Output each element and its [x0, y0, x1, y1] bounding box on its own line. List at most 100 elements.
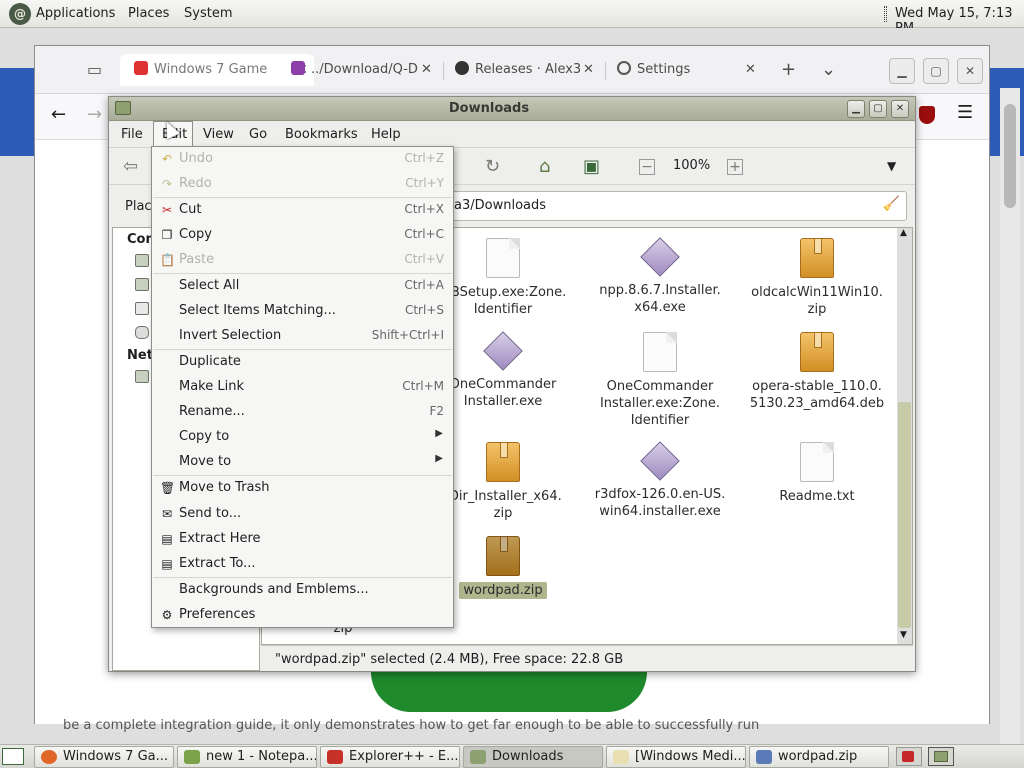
taskbar-item-media[interactable]: [Windows Medi...: [606, 746, 746, 768]
clear-icon[interactable]: 🧹: [883, 196, 900, 212]
workspace-2[interactable]: [928, 747, 954, 766]
file-item[interactable]: npp.8.6.7.Installer. x64.exe: [585, 238, 735, 316]
site-icon: [134, 61, 148, 75]
taskbar-item-wordpad-zip[interactable]: wordpad.zip: [749, 746, 889, 768]
file-item[interactable]: r3dfox-126.0.en-US. win64.installer.exe: [585, 442, 735, 520]
menu-item-invert-selection[interactable]: Invert Selection Shift+Ctrl+I: [152, 324, 453, 348]
scroll-up-icon[interactable]: ▲: [900, 228, 907, 238]
zoom-out-icon[interactable]: −: [639, 159, 655, 175]
menu-icon[interactable]: ☰: [957, 102, 973, 123]
scrollbar-thumb[interactable]: [898, 402, 911, 628]
ublock-icon[interactable]: [919, 106, 935, 124]
browser-scrollbar[interactable]: [1000, 88, 1020, 768]
file-item[interactable]: OneCommander Installer.exe:Zone. Identif…: [585, 332, 735, 429]
back-icon[interactable]: ←: [51, 104, 66, 125]
new-tab-button[interactable]: +: [781, 54, 801, 86]
maximize-button[interactable]: ▢: [923, 58, 949, 84]
menu-item-make-link[interactable]: Make Link Ctrl+M: [152, 375, 453, 399]
applications-menu[interactable]: Applications: [36, 6, 115, 21]
file-item[interactable]: oldcalcWin11Win10. zip: [742, 238, 892, 318]
file-label: opera-stable_110.0. 5130.23_amd64.deb: [749, 379, 885, 411]
preferences-icon: ⚙: [161, 608, 173, 622]
menu-item-preferences[interactable]: ⚙ Preferences: [152, 603, 453, 627]
file-view-scrollbar[interactable]: ▲ ▼: [897, 228, 912, 644]
scroll-down-icon[interactable]: ▼: [900, 630, 907, 640]
chevron-down-icon[interactable]: ▼: [887, 159, 896, 173]
menu-help[interactable]: Help: [371, 127, 401, 142]
file-label: OneCommander Installer.exe:Zone. Identif…: [599, 379, 721, 428]
menu-item-rename[interactable]: Rename... F2: [152, 400, 453, 424]
minimize-button[interactable]: ▁: [889, 58, 915, 84]
menu-bookmarks[interactable]: Bookmarks: [285, 127, 358, 142]
zoom-in-icon[interactable]: +: [727, 159, 743, 175]
show-desktop-icon[interactable]: [2, 748, 24, 765]
places-menu[interactable]: Places: [128, 6, 169, 21]
top-panel: @ Applications Places System Wed May 15,…: [0, 0, 1024, 36]
computer-icon[interactable]: ▣: [583, 156, 600, 177]
system-menu[interactable]: System: [184, 6, 232, 21]
menu-item-select-matching[interactable]: Select Items Matching... Ctrl+S: [152, 299, 453, 323]
location-input[interactable]: a3/Downloads 🧹: [439, 191, 907, 221]
back-icon[interactable]: ⇦: [123, 156, 138, 177]
close-button[interactable]: ✕: [891, 100, 909, 118]
tab-windows-7-game[interactable]: Windows 7 Game ✕: [120, 54, 314, 86]
menu-view[interactable]: View: [203, 127, 234, 142]
network-icon[interactable]: [135, 370, 149, 383]
menu-bar: File View Go Bookmarks Help: [109, 121, 915, 147]
workspace-1[interactable]: [896, 747, 922, 766]
menu-item-send-to[interactable]: ✉ Send to...: [152, 502, 453, 526]
file-label: r3dfox-126.0.en-US. win64.installer.exe: [594, 487, 726, 519]
menu-item-redo[interactable]: ↷ Redo Ctrl+Y: [152, 172, 453, 196]
download-button[interactable]: [371, 672, 647, 712]
tab-strip: ▭ Windows 7 Game ✕ ../Download/Q-D ✕ Rel…: [35, 46, 989, 94]
reload-icon[interactable]: ↻: [485, 156, 500, 177]
menu-item-paste[interactable]: 📋 Paste Ctrl+V: [152, 248, 453, 272]
package-icon: [800, 332, 834, 372]
menu-item-copy-to[interactable]: Copy to ▶: [152, 425, 453, 449]
home-folder-icon[interactable]: [135, 254, 149, 267]
panel-separator: [884, 6, 887, 22]
close-icon[interactable]: ✕: [745, 54, 765, 86]
file-item[interactable]: opera-stable_110.0. 5130.23_amd64.deb: [742, 332, 892, 412]
file-item[interactable]: Readme.txt: [742, 442, 892, 505]
archive-icon: [800, 238, 834, 278]
menu-item-backgrounds[interactable]: Backgrounds and Emblems...: [152, 578, 453, 602]
menu-item-move-to-trash[interactable]: 🗑 Move to Trash: [152, 476, 453, 500]
taskbar-item-notepad[interactable]: new 1 - Notepa...: [177, 746, 317, 768]
menu-item-extract-to[interactable]: ▤ Extract To...: [152, 552, 453, 576]
menu-item-move-to[interactable]: Move to ▶: [152, 450, 453, 474]
tab-list-button[interactable]: ⌄: [821, 54, 841, 86]
close-icon[interactable]: ✕: [583, 54, 603, 86]
tab-settings[interactable]: Settings: [617, 54, 737, 86]
tab-download[interactable]: ../Download/Q-D: [291, 54, 441, 86]
tab-releases[interactable]: Releases · Alex3: [455, 54, 585, 86]
desktop-icon[interactable]: [135, 278, 149, 291]
menu-go[interactable]: Go: [249, 127, 267, 142]
menu-item-undo[interactable]: ↶ Undo Ctrl+Z: [152, 147, 453, 171]
menu-file[interactable]: File: [121, 127, 143, 142]
menu-item-select-all[interactable]: Select All Ctrl+A: [152, 274, 453, 298]
close-window-button[interactable]: ✕: [957, 58, 983, 84]
menu-item-cut[interactable]: ✂ Cut Ctrl+X: [152, 198, 453, 222]
title-bar[interactable]: Downloads ▁ ▢ ✕: [109, 97, 915, 121]
close-icon[interactable]: ✕: [421, 54, 441, 86]
archive-icon: [486, 536, 520, 576]
home-icon[interactable]: ⌂: [539, 156, 550, 177]
taskbar-item-browser[interactable]: Windows 7 Ga...: [34, 746, 174, 768]
forward-icon[interactable]: →: [87, 104, 102, 125]
menu-item-duplicate[interactable]: Duplicate: [152, 350, 453, 374]
taskbar-item-explorerpp[interactable]: Explorer++ - E...: [320, 746, 460, 768]
archive-icon: ▤: [161, 532, 173, 546]
tab-overview-icon[interactable]: ▭: [87, 54, 111, 86]
maximize-button[interactable]: ▢: [869, 100, 887, 118]
menu-item-extract-here[interactable]: ▤ Extract Here: [152, 527, 453, 551]
minimize-button[interactable]: ▁: [847, 100, 865, 118]
trash-icon: 🗑: [160, 481, 176, 495]
taskbar-item-downloads[interactable]: Downloads: [463, 746, 603, 768]
scrollbar-thumb[interactable]: [1004, 104, 1016, 208]
app-icon: [902, 751, 914, 762]
trash-icon[interactable]: [135, 326, 149, 339]
debian-logo-icon[interactable]: @: [9, 3, 31, 25]
filesystem-icon[interactable]: [135, 302, 149, 315]
menu-item-copy[interactable]: ❐ Copy Ctrl+C: [152, 223, 453, 247]
